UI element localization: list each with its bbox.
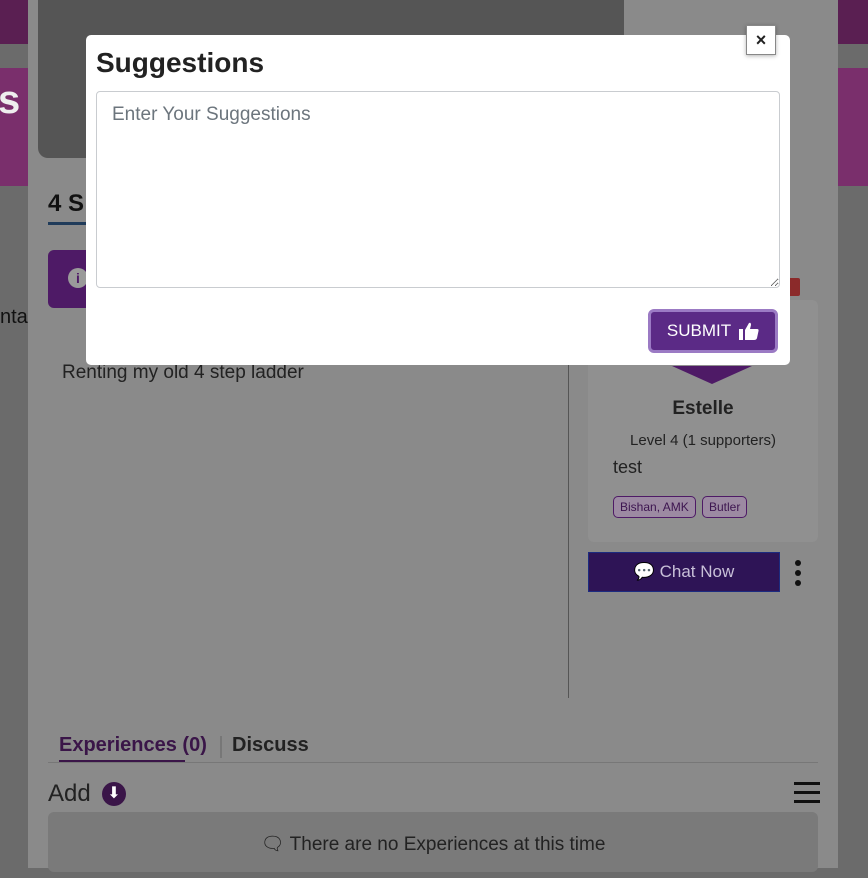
empty-experiences-message: There are no Experiences at this time bbox=[289, 834, 606, 855]
profile-name: Estelle bbox=[672, 398, 734, 419]
hero-title-fragment: s bbox=[0, 78, 21, 122]
listing-title: 4 S bbox=[48, 190, 85, 217]
hero-banner-left: s bbox=[0, 68, 28, 186]
add-label: Add bbox=[48, 780, 91, 807]
list-view-icon[interactable] bbox=[794, 782, 820, 804]
tabs-divider bbox=[48, 762, 818, 763]
suggestions-textarea[interactable] bbox=[96, 91, 780, 288]
left-edge-text: nta bbox=[0, 306, 28, 328]
tab-experiences[interactable]: Experiences (0) bbox=[59, 734, 207, 757]
hero-banner-right bbox=[838, 68, 868, 186]
info-icon: i bbox=[68, 268, 88, 288]
listing-title-underline bbox=[48, 222, 88, 225]
close-icon[interactable]: × bbox=[746, 25, 776, 55]
profile-level: Level 4 (1 supporters) bbox=[630, 432, 776, 449]
listing-description: Renting my old 4 step ladder bbox=[62, 362, 304, 383]
profile-bio: test bbox=[613, 457, 643, 477]
thumbs-up-icon bbox=[739, 322, 759, 340]
chat-now-button[interactable]: 💬 Chat Now bbox=[588, 552, 780, 592]
chat-icon: 💬 bbox=[633, 562, 655, 581]
chat-now-label: Chat Now bbox=[659, 562, 735, 581]
tab-discuss[interactable]: Discuss bbox=[232, 734, 309, 757]
more-options-icon[interactable] bbox=[794, 560, 802, 586]
profile-tag-location: Bishan, AMK bbox=[613, 496, 696, 518]
empty-experiences-panel: 🗨 There are no Experiences at this time bbox=[48, 812, 818, 872]
comment-icon: 🗨 bbox=[260, 834, 285, 855]
submit-button[interactable]: SUBMIT bbox=[648, 309, 778, 353]
modal-title: Suggestions bbox=[96, 47, 265, 78]
tab-separator bbox=[220, 736, 222, 758]
submit-label: SUBMIT bbox=[666, 321, 732, 340]
add-experience-icon[interactable]: ⬇ bbox=[102, 782, 126, 806]
column-divider bbox=[568, 360, 569, 698]
profile-tag-role: Butler bbox=[702, 496, 748, 518]
suggestions-modal: Suggestions × SUBMIT bbox=[86, 25, 790, 365]
